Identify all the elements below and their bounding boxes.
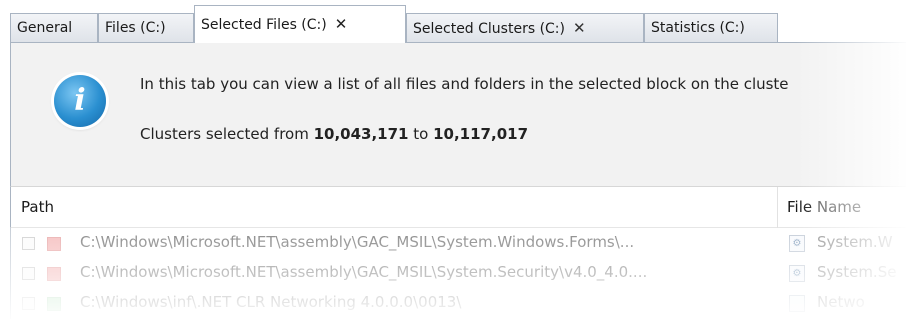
file-list: C:\Windows\Microsoft.NET\assembly\GAC_MS… — [10, 228, 906, 319]
column-header-file-name-a: File — [787, 198, 813, 216]
clusters-from: 10,043,171 — [313, 125, 409, 143]
close-icon[interactable]: ✕ — [573, 14, 586, 42]
table-row[interactable]: C:\Windows\inf\.NET CLR Networking 4.0.0… — [11, 288, 906, 318]
fragment-color-swatch — [47, 297, 61, 311]
clusters-to: 10,117,017 — [433, 125, 529, 143]
file-icon: ⚙ — [789, 235, 805, 252]
row-checkbox[interactable] — [22, 267, 35, 280]
column-header-path[interactable]: Path — [21, 198, 54, 216]
row-file-name: System.Se — [817, 263, 897, 281]
tab-selected-files-label: Selected Files (C:) — [201, 17, 327, 33]
file-icon — [789, 295, 805, 312]
tab-description: In this tab you can view a list of all f… — [140, 75, 789, 93]
tab-selected-clusters-label: Selected Clusters (C:) — [413, 21, 565, 37]
row-file-name: Netwo — [817, 293, 865, 311]
column-header-file-name[interactable]: File Name — [787, 198, 861, 216]
close-icon[interactable]: ✕ — [335, 6, 348, 42]
clusters-range: Clusters selected from 10,043,171 to 10,… — [140, 125, 528, 143]
column-divider[interactable] — [777, 187, 778, 228]
tab-general-label: General — [17, 20, 73, 36]
tab-selected-files[interactable]: Selected Files (C:) ✕ — [194, 5, 406, 43]
tab-files[interactable]: Files (C:) — [98, 13, 194, 42]
table-row[interactable]: C:\Windows\Microsoft.NET\assembly\GAC_MS… — [11, 258, 906, 288]
disk-defrag-window: General Files (C:) Selected Files (C:) ✕ … — [0, 0, 906, 319]
fragment-color-swatch — [47, 267, 61, 281]
fragment-color-swatch — [47, 237, 61, 251]
tab-strip: General Files (C:) Selected Files (C:) ✕ … — [0, 0, 906, 43]
tab-general[interactable]: General — [10, 13, 98, 42]
clusters-mid: to — [408, 125, 434, 143]
info-panel: i In this tab you can view a list of all… — [10, 43, 906, 186]
row-path: C:\Windows\Microsoft.NET\assembly\GAC_MS… — [80, 233, 635, 251]
row-path: C:\Windows\inf\.NET CLR Networking 4.0.0… — [80, 293, 462, 311]
row-path: C:\Windows\Microsoft.NET\assembly\GAC_MS… — [80, 263, 648, 281]
table-row[interactable]: C:\Windows\Microsoft.NET\assembly\GAC_MS… — [11, 228, 906, 258]
tab-statistics-label: Statistics (C:) — [651, 20, 745, 36]
file-icon: ⚙ — [789, 265, 805, 282]
tab-statistics[interactable]: Statistics (C:) — [644, 13, 778, 42]
info-icon: i — [54, 75, 106, 127]
tab-files-label: Files (C:) — [105, 20, 166, 36]
file-list-header: Path File Name — [10, 186, 906, 228]
tab-selected-clusters[interactable]: Selected Clusters (C:) ✕ — [406, 13, 644, 42]
row-checkbox[interactable] — [22, 297, 35, 310]
row-checkbox[interactable] — [22, 237, 35, 250]
clusters-prefix: Clusters selected from — [140, 125, 314, 143]
row-file-name: System.W — [817, 233, 893, 251]
column-header-file-name-b: Name — [812, 198, 862, 216]
